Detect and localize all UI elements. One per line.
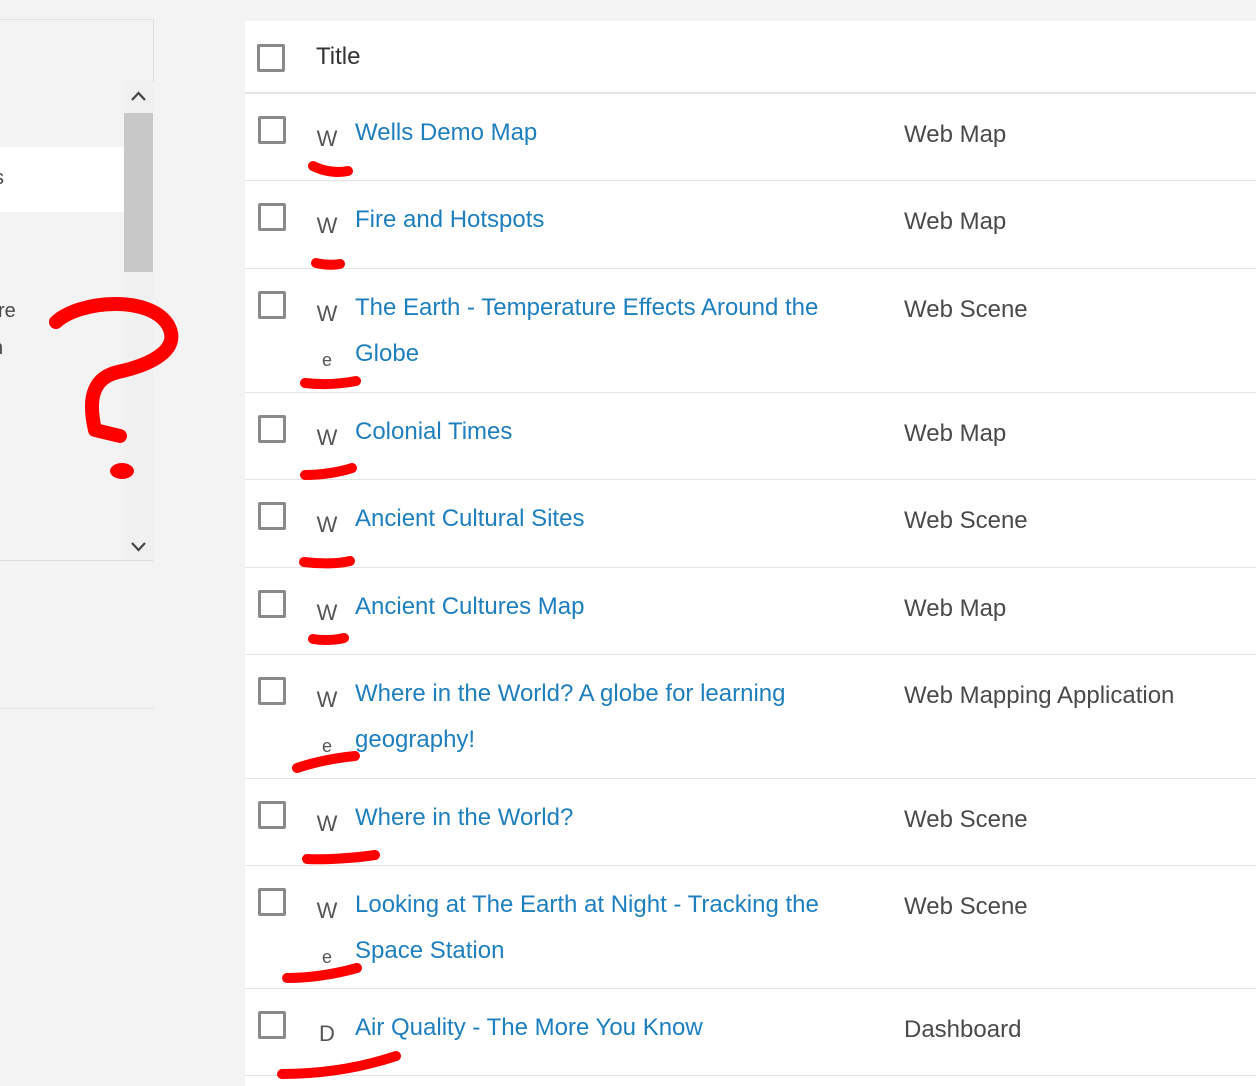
item-title-line: Ancient Cultures Map bbox=[355, 593, 585, 620]
row-checkbox[interactable] bbox=[258, 888, 286, 916]
item-type-icon: W bbox=[316, 898, 338, 923]
table-row[interactable]: We Looking at The Earth at Night - Tracki… bbox=[245, 866, 1256, 989]
item-title-link[interactable]: Ancient Cultural Sites bbox=[355, 496, 855, 542]
scrollbar-thumb[interactable] bbox=[124, 113, 153, 272]
item-type-icon-fragment: e bbox=[321, 736, 332, 756]
table-row[interactable]: We Where in the World? A globe for learni… bbox=[245, 655, 1256, 779]
row-checkbox[interactable] bbox=[258, 291, 286, 319]
item-type-icon-fragment: e bbox=[321, 350, 332, 370]
item-title-link[interactable]: Colonial Times bbox=[355, 409, 855, 455]
sidebar-list: s re n bbox=[0, 81, 153, 561]
sidebar-item-label: n bbox=[0, 337, 3, 360]
item-type-icon: W bbox=[316, 126, 338, 151]
item-title-link[interactable]: Looking at The Earth at Night - Tracking… bbox=[355, 882, 855, 974]
item-type-icon: W bbox=[316, 600, 338, 625]
item-title-line: geography! bbox=[355, 726, 476, 753]
item-title-line: Wells Demo Map bbox=[355, 119, 538, 146]
row-checkbox[interactable] bbox=[258, 116, 286, 144]
sidebar-scrollbar[interactable] bbox=[124, 81, 153, 560]
item-title-line: Where in the World? A globe for learning bbox=[355, 680, 786, 707]
sidebar-item-label: s bbox=[0, 167, 4, 190]
item-type-label: Dashboard bbox=[904, 1016, 1022, 1043]
item-type-label: Web Scene bbox=[904, 806, 1028, 833]
row-checkbox[interactable] bbox=[258, 502, 286, 530]
sidebar-item-selected[interactable]: s bbox=[0, 147, 124, 212]
table-row[interactable]: D Air Quality - The More You Know Dashboar… bbox=[245, 989, 1256, 1076]
item-type-icon: W bbox=[316, 687, 338, 712]
item-title-line: Colonial Times bbox=[355, 418, 513, 445]
table-row[interactable]: W Ancient Cultural Sites Web Scene bbox=[245, 480, 1256, 568]
item-title-link[interactable]: Where in the World? bbox=[355, 795, 855, 841]
select-all-checkbox[interactable] bbox=[257, 44, 285, 72]
row-checkbox[interactable] bbox=[258, 677, 286, 705]
item-title-line: Ancient Cultural Sites bbox=[355, 505, 585, 532]
item-type-label: Web Map bbox=[904, 595, 1007, 622]
content-table: Title W Wells Demo Map Web Map W Fire and Ho… bbox=[245, 21, 1256, 1086]
item-type-label: Web Map bbox=[904, 121, 1007, 148]
row-checkbox[interactable] bbox=[258, 590, 286, 618]
item-type-icon: W bbox=[316, 811, 338, 836]
item-type-icon: W bbox=[316, 512, 338, 537]
item-type-icon: D bbox=[319, 1021, 335, 1046]
item-type-label: Web Scene bbox=[904, 296, 1028, 323]
item-type-label: Web Map bbox=[904, 208, 1007, 235]
table-row[interactable]: W Fire and Hotspots Web Map bbox=[245, 181, 1256, 269]
item-type-icon-fragment: e bbox=[321, 947, 332, 967]
table-row[interactable]: W Wells Demo Map Web Map bbox=[245, 94, 1256, 181]
item-type-label: Web Scene bbox=[904, 893, 1028, 920]
item-title-link[interactable]: The Earth - Temperature Effects Around t… bbox=[355, 285, 855, 377]
table-row[interactable]: We The Earth - Temperature Effects Around… bbox=[245, 269, 1256, 393]
item-type-label: Web Map bbox=[904, 420, 1007, 447]
item-title-link[interactable]: Ancient Cultures Map bbox=[355, 584, 855, 630]
item-title-line: Globe bbox=[355, 340, 420, 367]
item-title-line: Fire and Hotspots bbox=[355, 206, 545, 233]
row-checkbox[interactable] bbox=[258, 203, 286, 231]
chevron-down-icon[interactable] bbox=[130, 538, 147, 555]
table-header: Title bbox=[245, 21, 1256, 94]
left-sidebar: s re n bbox=[0, 0, 155, 1086]
table-row[interactable]: W Ancient Cultures Map Web Map bbox=[245, 568, 1256, 655]
item-title-line: The Earth - Temperature Effects Around t… bbox=[355, 294, 819, 321]
row-checkbox[interactable] bbox=[258, 1011, 286, 1039]
item-title-link[interactable]: Wells Demo Map bbox=[355, 110, 855, 156]
table-row[interactable]: W Where in the World? Web Scene bbox=[245, 779, 1256, 866]
item-type-icon: W bbox=[316, 213, 338, 238]
table-row[interactable]: W Colonial Times Web Map bbox=[245, 393, 1256, 480]
item-title-link[interactable]: Air Quality - The More You Know bbox=[355, 1005, 855, 1051]
item-title-link[interactable]: Fire and Hotspots bbox=[355, 197, 855, 243]
item-title-link[interactable]: Where in the World? A globe for learning… bbox=[355, 671, 855, 763]
item-type-label: Web Scene bbox=[904, 507, 1028, 534]
chevron-up-icon[interactable] bbox=[130, 88, 147, 105]
column-header-title[interactable]: Title bbox=[316, 43, 360, 71]
row-checkbox[interactable] bbox=[258, 801, 286, 829]
sidebar-header bbox=[0, 19, 154, 82]
item-title-line: Looking at The Earth at Night - Tracking… bbox=[355, 891, 819, 918]
item-type-label: Web Mapping Application bbox=[904, 682, 1175, 709]
item-title-line: Where in the World? bbox=[355, 804, 574, 831]
sidebar-divider bbox=[0, 708, 154, 709]
row-checkbox[interactable] bbox=[258, 415, 286, 443]
item-title-line: Air Quality - The More You Know bbox=[355, 1014, 703, 1041]
item-title-line: Space Station bbox=[355, 937, 505, 964]
item-type-icon: W bbox=[316, 301, 338, 326]
item-type-icon: W bbox=[316, 425, 338, 450]
sidebar-item-label: re bbox=[0, 300, 16, 322]
